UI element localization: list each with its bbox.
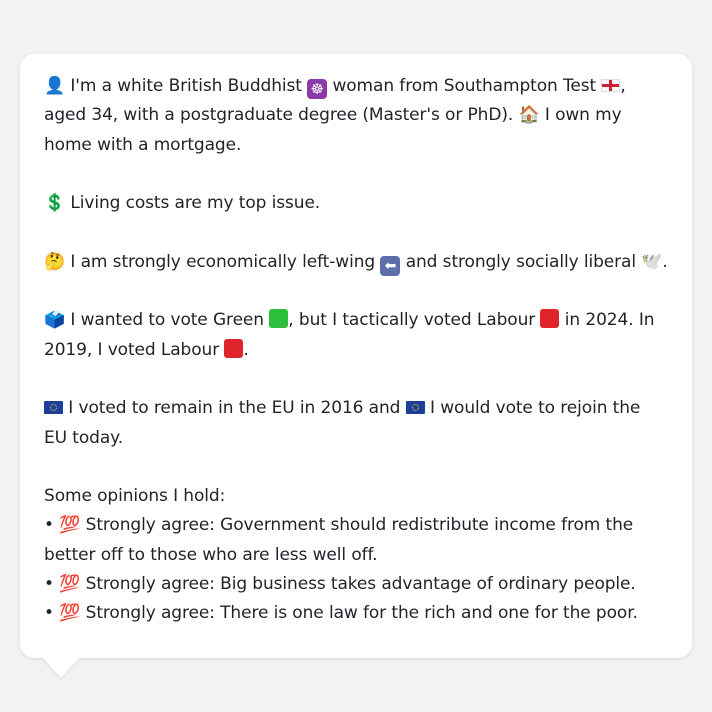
opinion-item: • 💯 Strongly agree: Government should re… — [44, 511, 668, 570]
issue-text: Living costs are my top issue. — [65, 193, 321, 214]
dollar-icon: 💲 — [44, 193, 66, 214]
opinion-item: • 💯 Strongly agree: Big business takes a… — [44, 570, 668, 599]
hundred-points-icon: 💯 — [59, 574, 81, 595]
message-bubble: 👤 I'm a white British Buddhist ☸ woman f… — [20, 54, 692, 658]
green-square-icon — [269, 309, 289, 329]
thinking-face-icon: 🤔 — [44, 251, 66, 272]
intro-text-b: woman from Southampton Test — [327, 76, 602, 96]
eu-flag-icon — [405, 401, 425, 415]
ideology-text-b: and strongly socially liberal — [400, 251, 642, 272]
vote-text-b: , but I tactically voted Labour — [288, 310, 541, 331]
ballot-box-icon: 🗳️ — [44, 310, 66, 331]
bullet: • — [44, 574, 54, 595]
eu-paragraph: I voted to remain in the EU in 2016 and … — [44, 394, 668, 453]
vote-text-d: . — [243, 339, 249, 360]
opinion-item: • 💯 Strongly agree: There is one law for… — [44, 599, 668, 628]
ideology-text-a: I am strongly economically left-wing — [65, 251, 381, 272]
opinion-text: Strongly agree: There is one law for the… — [80, 603, 638, 624]
issue-paragraph: 💲 Living costs are my top issue. — [44, 189, 668, 218]
bubble-tail — [42, 657, 80, 678]
eu-text-a: I voted to remain in the EU in 2016 and — [63, 398, 406, 419]
opinion-text: Strongly agree: Government should redist… — [44, 515, 634, 565]
vote-paragraph: 🗳️ I wanted to vote Green , but I tactic… — [44, 306, 668, 365]
bullet: • — [44, 603, 54, 624]
ideology-paragraph: 🤔 I am strongly economically left-wing ⬅… — [44, 248, 668, 277]
opinions-heading: Some opinions I hold: — [44, 486, 226, 507]
ideology-text-c: . — [662, 251, 668, 272]
hundred-points-icon: 💯 — [59, 603, 81, 624]
person-icon: 👤 — [44, 76, 66, 96]
left-arrow-icon: ⬅ — [380, 255, 401, 276]
red-square-icon — [540, 309, 560, 329]
vote-text-a: I wanted to vote Green — [65, 310, 270, 331]
bullet: • — [44, 515, 54, 536]
intro-text-a: I'm a white British Buddhist — [65, 76, 308, 96]
intro-paragraph: 👤 I'm a white British Buddhist ☸ woman f… — [44, 72, 668, 160]
england-flag-icon — [601, 79, 621, 92]
opinion-text: Strongly agree: Big business takes advan… — [80, 574, 636, 595]
dharma-wheel-icon: ☸ — [307, 79, 328, 99]
dove-icon: 🕊️ — [641, 251, 663, 272]
red-square-icon — [224, 338, 244, 358]
house-icon: 🏠 — [518, 105, 540, 126]
eu-flag-icon — [44, 401, 63, 415]
hundred-points-icon: 💯 — [59, 515, 81, 536]
